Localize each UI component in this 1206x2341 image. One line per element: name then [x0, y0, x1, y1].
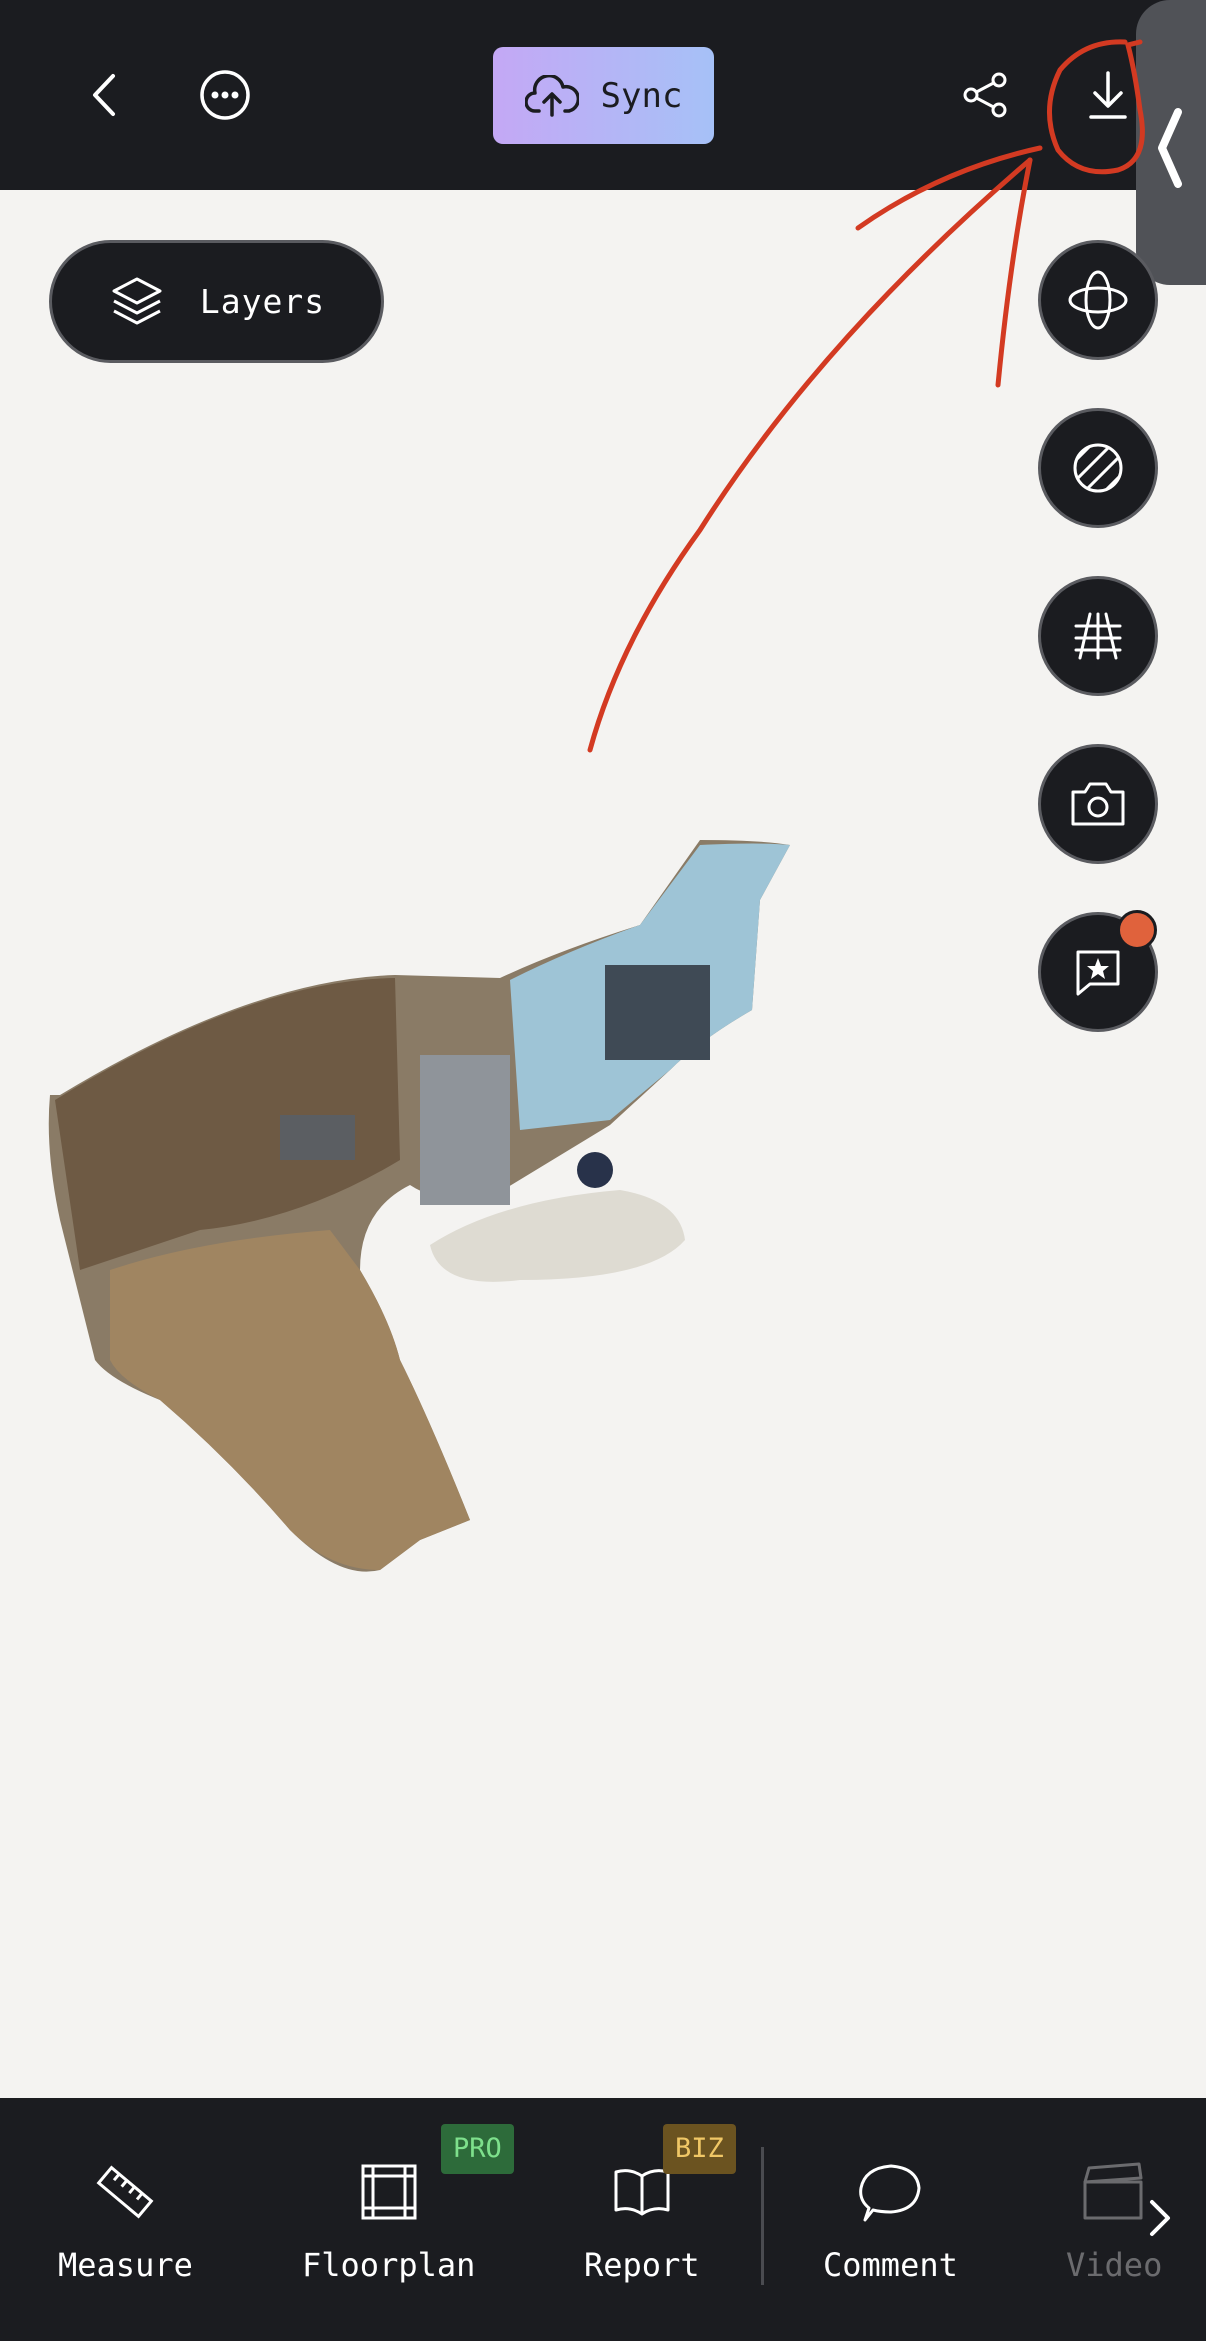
notification-dot — [1117, 910, 1157, 950]
screenshot-button[interactable] — [1038, 744, 1158, 864]
chevron-left-icon — [1158, 108, 1182, 188]
more-dots-icon — [200, 70, 250, 120]
more-options-button[interactable] — [195, 65, 255, 125]
speech-bubble-icon — [859, 2164, 921, 2222]
share-button[interactable] — [955, 65, 1015, 125]
nav-divider — [761, 2147, 764, 2285]
layers-icon — [112, 277, 162, 324]
biz-badge: BIZ — [663, 2124, 736, 2174]
perspective-grid-button[interactable] — [1038, 576, 1158, 696]
layers-button[interactable]: Layers — [49, 240, 384, 363]
orbit-icon — [1068, 270, 1128, 330]
nav-measure[interactable]: Measure — [58, 2160, 193, 2284]
floorplan-icon — [361, 2164, 417, 2220]
room-scan-model[interactable] — [0, 800, 1000, 1600]
download-icon — [1089, 71, 1127, 119]
nav-report[interactable]: Report — [584, 2160, 700, 2284]
camera-icon — [1071, 782, 1125, 826]
nav-floorplan[interactable]: Floorplan — [302, 2160, 475, 2284]
chevron-right-icon[interactable] — [1140, 2194, 1180, 2242]
share-icon — [963, 72, 1007, 118]
pro-badge-label: PRO — [453, 2133, 502, 2164]
orbit-button[interactable] — [1038, 240, 1158, 360]
texture-toggle-button[interactable] — [1038, 408, 1158, 528]
top-toolbar: Sync — [0, 0, 1206, 190]
sync-label: Sync — [600, 75, 683, 116]
chevron-left-icon — [93, 74, 115, 116]
nav-floorplan-label: Floorplan — [302, 2246, 476, 2284]
layers-label: Layers — [199, 282, 326, 321]
nav-comment-label: Comment — [823, 2246, 958, 2284]
nav-measure-label: Measure — [58, 2246, 193, 2284]
biz-badge-label: BIZ — [675, 2133, 724, 2164]
nav-comment[interactable]: Comment — [823, 2160, 958, 2284]
download-button[interactable] — [1075, 62, 1141, 128]
back-button[interactable] — [70, 60, 140, 130]
clapperboard-icon — [1083, 2162, 1143, 2220]
star-comment-icon — [1076, 950, 1120, 996]
nav-video-label: Video — [1066, 2246, 1163, 2284]
nav-report-label: Report — [584, 2246, 700, 2284]
cloud-upload-icon — [524, 74, 579, 117]
ruler-icon — [96, 2165, 154, 2219]
side-panel-tab[interactable] — [1136, 0, 1206, 285]
perspective-grid-icon — [1074, 612, 1122, 660]
pro-badge: PRO — [441, 2124, 514, 2174]
texture-toggle-icon — [1073, 443, 1123, 493]
sync-button[interactable]: Sync — [493, 47, 714, 144]
